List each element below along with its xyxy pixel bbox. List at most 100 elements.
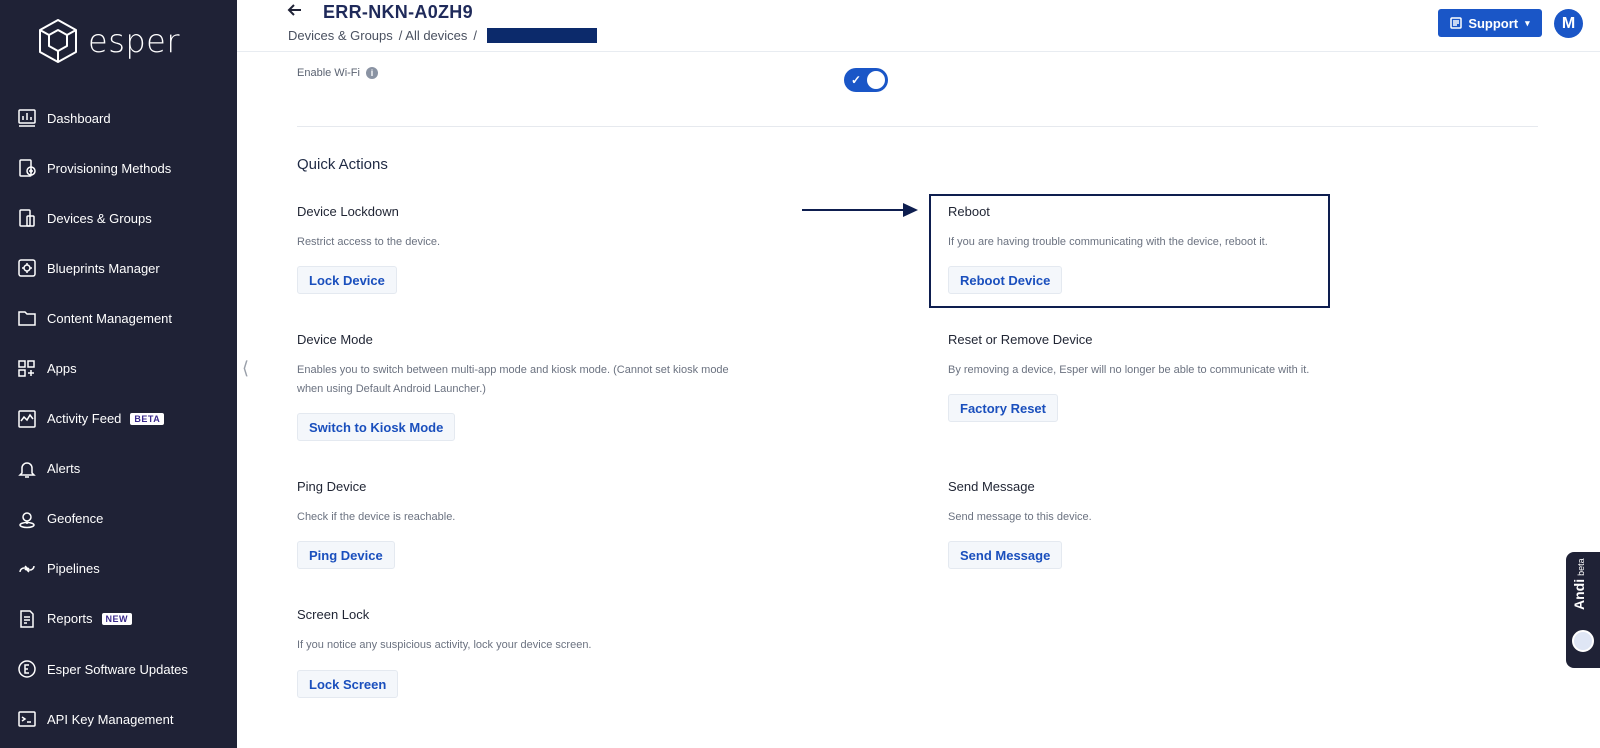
blueprints-icon bbox=[16, 257, 38, 279]
sidebar-item-alerts[interactable]: Alerts bbox=[0, 444, 237, 494]
andi-avatar-icon bbox=[1572, 630, 1594, 652]
breadcrumb: Devices & Groups / All devices / bbox=[288, 28, 603, 43]
terminal-icon bbox=[16, 708, 38, 730]
andi-beta-tag: beta bbox=[1576, 558, 1586, 576]
brand-name: esper bbox=[88, 22, 181, 60]
redacted-breadcrumb bbox=[487, 28, 598, 43]
sidebar-item-label: Apps bbox=[47, 361, 77, 377]
sidebar-item-reports[interactable]: Reports NEW bbox=[0, 594, 237, 644]
wifi-label: Enable Wi-Fi bbox=[297, 67, 360, 79]
action-description: Restrict access to the device. bbox=[297, 236, 441, 248]
reports-icon bbox=[16, 608, 38, 630]
action-title: Reboot bbox=[948, 204, 990, 219]
arrow-left-icon bbox=[287, 4, 301, 16]
sidebar-item-pipelines[interactable]: Pipelines bbox=[0, 544, 237, 594]
lock-screen-button[interactable]: Lock Screen bbox=[297, 670, 399, 698]
wifi-setting: Enable Wi-Fi i bbox=[297, 67, 378, 79]
support-label: Support bbox=[1468, 15, 1519, 31]
reset-remove-action: Reset or Remove Device By removing a dev… bbox=[948, 332, 1398, 380]
sidebar-item-label: Pipelines bbox=[47, 561, 100, 577]
back-button[interactable] bbox=[287, 2, 307, 22]
lock-device-button[interactable]: Lock Device bbox=[297, 266, 397, 294]
sidebar: esper Dashboard Provisioning Methods Dev… bbox=[0, 0, 237, 748]
action-title: Screen Lock bbox=[297, 607, 370, 622]
action-title: Ping Device bbox=[297, 479, 367, 494]
dashboard-icon bbox=[16, 107, 38, 129]
switch-kiosk-mode-button[interactable]: Switch to Kiosk Mode bbox=[297, 413, 456, 441]
sidebar-item-software-updates[interactable]: Esper Software Updates bbox=[0, 644, 237, 694]
sidebar-item-blueprints[interactable]: Blueprints Manager bbox=[0, 243, 237, 293]
ping-device-action: Ping Device Check if the device is reach… bbox=[297, 479, 747, 527]
reboot-device-button[interactable]: Reboot Device bbox=[948, 266, 1063, 294]
folder-icon bbox=[16, 307, 38, 329]
action-description: Check if the device is reachable. bbox=[297, 511, 456, 523]
wifi-toggle[interactable]: ✓ bbox=[844, 68, 888, 92]
sidebar-item-label: Provisioning Methods bbox=[47, 160, 172, 176]
send-message-button[interactable]: Send Message bbox=[948, 541, 1063, 569]
beta-badge: BETA bbox=[130, 412, 165, 425]
sidebar-item-dashboard[interactable]: Dashboard bbox=[0, 93, 237, 143]
arrow-right-icon bbox=[802, 203, 918, 217]
device-lockdown-action: Device Lockdown Restrict access to the d… bbox=[297, 204, 747, 252]
breadcrumb-devices-groups[interactable]: Devices & Groups bbox=[288, 28, 393, 43]
activity-icon bbox=[16, 408, 38, 430]
provisioning-icon bbox=[16, 157, 38, 179]
devices-icon bbox=[16, 207, 38, 229]
andi-assistant-tab[interactable]: Andi beta bbox=[1566, 552, 1600, 668]
divider bbox=[297, 126, 1538, 127]
ping-device-button[interactable]: Ping Device bbox=[297, 541, 395, 569]
sidebar-item-api-keys[interactable]: API Key Management bbox=[0, 694, 237, 744]
avatar[interactable]: M bbox=[1554, 9, 1583, 38]
action-title: Device Mode bbox=[297, 332, 373, 347]
sidebar-item-activity-feed[interactable]: Activity Feed BETA bbox=[0, 394, 237, 444]
sidebar-item-provisioning[interactable]: Provisioning Methods bbox=[0, 143, 237, 193]
sidebar-item-label: Reports bbox=[47, 611, 93, 627]
breadcrumb-all-devices[interactable]: / All devices bbox=[399, 28, 468, 43]
bell-icon bbox=[16, 458, 38, 480]
screen-lock-action: Screen Lock If you notice any suspicious… bbox=[297, 607, 747, 655]
toggle-knob bbox=[867, 71, 885, 89]
sidebar-nav: Dashboard Provisioning Methods Devices &… bbox=[0, 93, 237, 744]
check-icon: ✓ bbox=[851, 73, 862, 87]
quick-actions-title: Quick Actions bbox=[297, 156, 388, 173]
esper-logo[interactable]: esper bbox=[37, 18, 180, 64]
page-title: ERR-NKN-A0ZH9 bbox=[323, 2, 473, 22]
sidebar-item-label: Activity Feed bbox=[47, 411, 122, 427]
document-icon bbox=[1450, 17, 1463, 29]
sidebar-item-apps[interactable]: Apps bbox=[0, 343, 237, 393]
sidebar-item-label: Alerts bbox=[47, 461, 81, 477]
reboot-action: Reboot If you are having trouble communi… bbox=[948, 204, 1328, 252]
sidebar-item-content[interactable]: Content Management bbox=[0, 293, 237, 343]
action-description: Enables you to switch between multi-app … bbox=[297, 364, 729, 395]
sidebar-item-geofence[interactable]: Geofence bbox=[0, 494, 237, 544]
page-header: ERR-NKN-A0ZH9 Devices & Groups / All dev… bbox=[237, 0, 1600, 52]
action-title: Device Lockdown bbox=[297, 204, 399, 219]
sidebar-item-label: Geofence bbox=[47, 511, 104, 527]
geofence-icon bbox=[16, 508, 38, 530]
action-description: By removing a device, Esper will no long… bbox=[948, 364, 1310, 376]
pipelines-icon bbox=[16, 558, 38, 580]
breadcrumb-separator: / bbox=[473, 28, 478, 43]
action-description: If you notice any suspicious activity, l… bbox=[297, 639, 592, 651]
send-message-action: Send Message Send message to this device… bbox=[948, 479, 1398, 527]
info-icon[interactable]: i bbox=[365, 67, 378, 79]
updates-icon bbox=[16, 658, 38, 680]
sidebar-item-label: Content Management bbox=[47, 310, 173, 326]
factory-reset-button[interactable]: Factory Reset bbox=[948, 394, 1058, 422]
support-button[interactable]: Support ▾ bbox=[1438, 9, 1542, 37]
action-title: Send Message bbox=[948, 479, 1035, 494]
andi-name: Andi bbox=[1571, 578, 1587, 610]
sidebar-item-label: API Key Management bbox=[47, 711, 174, 727]
andi-label: Andi beta bbox=[1571, 558, 1587, 610]
sidebar-item-label: Esper Software Updates bbox=[47, 661, 188, 677]
action-title: Reset or Remove Device bbox=[948, 332, 1093, 347]
device-mode-action: Device Mode Enables you to switch betwee… bbox=[297, 332, 747, 399]
sidebar-collapse-handle[interactable]: ⟨ bbox=[242, 358, 249, 379]
sidebar-item-label: Blueprints Manager bbox=[47, 260, 160, 276]
sidebar-item-label: Devices & Groups bbox=[47, 210, 152, 226]
sidebar-item-label: Dashboard bbox=[47, 110, 111, 126]
sidebar-item-devices[interactable]: Devices & Groups bbox=[0, 193, 237, 243]
chevron-down-icon: ▾ bbox=[1525, 17, 1530, 28]
apps-icon bbox=[16, 358, 38, 380]
new-badge: NEW bbox=[101, 612, 133, 625]
